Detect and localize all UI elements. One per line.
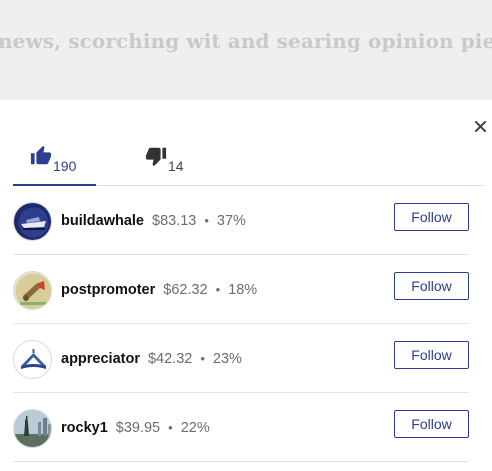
list-item: buildawhale $83.13 • 37% Follow [13, 186, 469, 255]
statue-skyline-avatar[interactable] [13, 409, 52, 448]
list-item: postpromoter $62.32 • 18% Follow [13, 255, 469, 324]
voter-username[interactable]: buildawhale [61, 213, 144, 229]
vote-amount: $39.95 [115, 420, 161, 436]
dislikes-count: 14 [168, 158, 184, 174]
separator-dot: • [200, 351, 205, 366]
follow-button[interactable]: Follow [394, 410, 469, 438]
whale-boat-avatar[interactable] [13, 202, 52, 241]
vote-amount: $62.32 [163, 282, 208, 298]
tab-likes[interactable]: 190 [13, 138, 96, 186]
voter-username[interactable]: postpromoter [61, 282, 155, 298]
tab-dislikes[interactable]: 14 [145, 138, 205, 185]
follow-button[interactable]: Follow [394, 272, 469, 300]
thumbs-down-icon [145, 145, 167, 167]
list-item: appreciator $42.32 • 23% Follow [13, 324, 469, 393]
thumbs-up-icon [30, 145, 52, 167]
voter-info: postpromoter $62.32 • 18% [61, 282, 257, 298]
separator-dot: • [168, 420, 173, 435]
vote-amount: $83.13 [152, 213, 197, 229]
list-item: rocky1 $39.95 • 22% Follow [13, 393, 469, 462]
background-headline: news, scorching wit and searing opinion … [0, 29, 492, 53]
separator-dot: • [215, 282, 221, 297]
vote-tabs: 190 14 [13, 138, 485, 186]
voter-list: buildawhale $83.13 • 37% Follow postprom… [13, 186, 469, 462]
voter-username[interactable]: rocky1 [61, 420, 108, 436]
likes-count: 190 [53, 158, 77, 174]
separator-dot: • [204, 213, 209, 228]
vote-percent: 23% [212, 351, 242, 367]
voter-username[interactable]: appreciator [61, 351, 140, 367]
close-icon[interactable] [472, 118, 490, 136]
follow-button[interactable]: Follow [394, 203, 469, 231]
voter-info: rocky1 $39.95 • 22% [61, 420, 210, 436]
voter-info: buildawhale $83.13 • 37% [61, 213, 246, 229]
megaphone-avatar[interactable] [13, 271, 52, 310]
vote-percent: 18% [228, 282, 258, 298]
vote-amount: $42.32 [147, 351, 193, 367]
vote-percent: 37% [216, 213, 246, 229]
votes-modal: 190 14 buildawhale $83.13 • 37% Follow p… [0, 100, 492, 471]
page-backdrop: news, scorching wit and searing opinion … [0, 0, 492, 100]
crown-logo-avatar[interactable] [13, 340, 52, 379]
voter-info: appreciator $42.32 • 23% [61, 351, 242, 367]
follow-button[interactable]: Follow [394, 341, 469, 369]
vote-percent: 22% [180, 420, 210, 436]
